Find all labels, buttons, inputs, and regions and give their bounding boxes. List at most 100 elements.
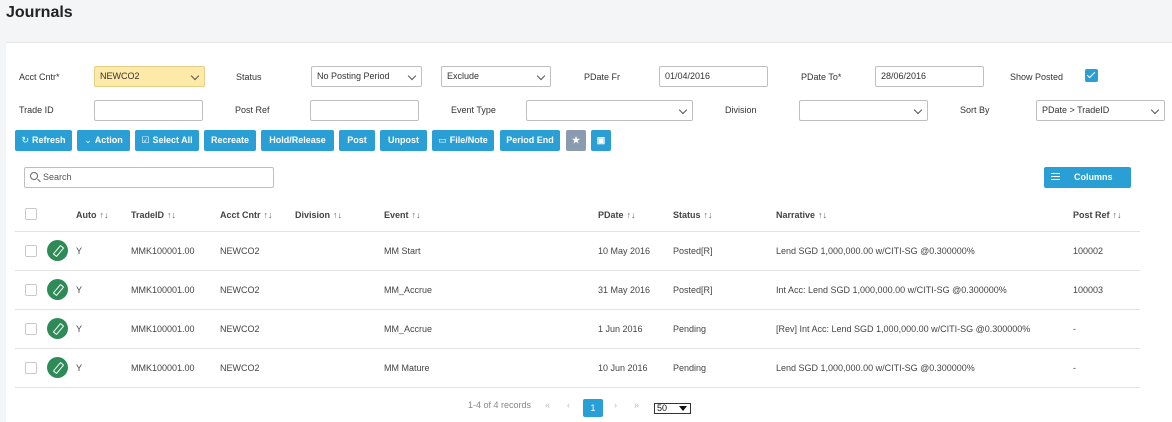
refresh-button[interactable]: ↻ Refresh (15, 130, 72, 151)
hold-release-button[interactable]: Hold/Release (261, 130, 334, 151)
save-button[interactable]: ▣ (591, 130, 611, 151)
header-label: PDate (598, 210, 624, 220)
show-posted-checkbox[interactable] (1085, 69, 1098, 82)
header-label: Event (384, 210, 409, 220)
table-row[interactable]: Y MMK100001.00 NEWCO2 MM_Accrue 1 Jun 20… (15, 310, 1140, 349)
page-size-select[interactable]: 50 (654, 403, 691, 414)
column-header-auto[interactable]: Auto ↑↓ (76, 210, 109, 220)
table-row[interactable]: Y MMK100001.00 NEWCO2 MM Mature 10 Jun 2… (15, 349, 1140, 388)
cell-post-ref: 100003 (1073, 285, 1104, 295)
column-header-event[interactable]: Event ↑↓ (384, 210, 421, 220)
column-header-narrative[interactable]: Narrative ↑↓ (776, 210, 827, 220)
cell-tradeid: MMK100001.00 (131, 324, 195, 334)
status-select[interactable]: No Posting Period (311, 66, 422, 87)
folder-icon: ▭ (438, 135, 447, 145)
records-summary: 1-4 of 4 records (468, 400, 532, 410)
select-all-checkbox[interactable] (25, 208, 37, 220)
cell-tradeid: MMK100001.00 (131, 285, 195, 295)
row-checkbox[interactable] (25, 362, 37, 374)
cell-auto: Y (76, 246, 83, 256)
column-header-tradeid[interactable]: TradeID ↑↓ (131, 210, 176, 220)
cell-auto: Y (76, 363, 83, 373)
file-note-button[interactable]: ▭ File/Note (432, 130, 494, 151)
row-checkbox[interactable] (25, 323, 37, 335)
action-button[interactable]: ⌄ Action (77, 130, 130, 151)
checkbox-icon: ☑ (141, 135, 150, 145)
cell-pdate: 10 Jun 2016 (598, 363, 648, 373)
sort-by-select[interactable]: PDate > TradeID (1036, 100, 1165, 121)
cell-acct-cntr: NEWCO2 (220, 285, 260, 295)
sort-icon: ↑↓ (167, 210, 177, 220)
sort-by-label: Sort By (960, 105, 990, 115)
column-header-division[interactable]: Division ↑↓ (295, 210, 342, 220)
list-icon (1051, 173, 1060, 180)
chevron-down-icon (536, 71, 546, 81)
row-checkbox[interactable] (25, 245, 37, 257)
action-label: Action (94, 135, 123, 145)
cell-acct-cntr: NEWCO2 (220, 324, 260, 334)
post-ref-input[interactable] (310, 100, 419, 121)
header-label: Narrative (776, 210, 816, 220)
header-label: Acct Cntr (220, 210, 261, 220)
pdate-fr-value: 01/04/2016 (665, 71, 711, 81)
period-end-button[interactable]: Period End (500, 130, 560, 151)
cell-event: MM_Accrue (384, 324, 433, 334)
cell-acct-cntr: NEWCO2 (220, 246, 260, 256)
column-header-status[interactable]: Status ↑↓ (673, 210, 713, 220)
pdate-to-input[interactable]: 28/06/2016 (875, 66, 984, 87)
column-header-pdate[interactable]: PDate ↑↓ (598, 210, 636, 220)
table-row[interactable]: Y MMK100001.00 NEWCO2 MM_Accrue 31 May 2… (15, 271, 1140, 310)
cell-tradeid: MMK100001.00 (131, 246, 195, 256)
cell-status: Posted[R] (673, 285, 713, 295)
next-page-icon[interactable]: › (614, 400, 617, 410)
prev-page-icon[interactable]: ‹ (567, 400, 570, 410)
edit-icon[interactable] (47, 357, 68, 378)
edit-icon[interactable] (47, 318, 68, 339)
division-select[interactable] (799, 100, 928, 121)
cell-event: MM Start (384, 246, 421, 256)
cell-auto: Y (76, 285, 83, 295)
table-row[interactable]: Y MMK100001.00 NEWCO2 MM Start 10 May 20… (15, 232, 1140, 271)
last-page-icon[interactable]: » (634, 400, 639, 410)
search-placeholder: Search (43, 172, 72, 182)
hold-release-label: Hold/Release (269, 135, 326, 145)
status-label: Status (236, 72, 262, 82)
trade-id-input[interactable] (94, 100, 203, 121)
select-all-button[interactable]: ☑ Select All (135, 130, 199, 151)
division-label: Division (725, 105, 757, 115)
sort-icon: ↑↓ (818, 210, 828, 220)
acct-cntr-value: NEWCO2 (100, 71, 140, 81)
sort-icon: ↑↓ (626, 210, 636, 220)
chevron-down-icon (678, 105, 688, 115)
recreate-label: Recreate (210, 135, 250, 145)
header-label: Status (673, 210, 701, 220)
period-end-label: Period End (506, 135, 554, 145)
page-size-value: 50 (657, 403, 668, 413)
row-checkbox[interactable] (25, 284, 37, 296)
cell-narrative: [Rev] Int Acc: Lend SGD 1,000,000.00 w/C… (776, 324, 1031, 334)
edit-icon[interactable] (47, 240, 68, 261)
caret-down-icon (679, 406, 687, 411)
cell-event: MM Mature (384, 363, 430, 373)
post-button[interactable]: Post (339, 130, 375, 151)
acct-cntr-select[interactable]: NEWCO2 (94, 66, 205, 87)
cell-status: Posted[R] (673, 246, 713, 256)
first-page-icon[interactable]: « (545, 400, 550, 410)
columns-button[interactable]: Columns (1044, 167, 1131, 188)
status-value: No Posting Period (317, 71, 390, 81)
page-button-current[interactable]: 1 (583, 399, 603, 417)
search-input[interactable]: Search (24, 167, 274, 188)
event-type-select[interactable] (526, 100, 693, 121)
select-all-label: Select All (152, 135, 193, 145)
cell-pdate: 10 May 2016 (598, 246, 651, 256)
favorite-button[interactable]: ★ (566, 130, 586, 151)
show-posted-label: Show Posted (1010, 72, 1064, 82)
unpost-button[interactable]: Unpost (380, 130, 427, 151)
cell-narrative: Lend SGD 1,000,000.00 w/CITI-SG @0.30000… (776, 363, 975, 373)
column-header-post-ref[interactable]: Post Ref ↑↓ (1073, 210, 1122, 220)
column-header-acct-cntr[interactable]: Acct Cntr ↑↓ (220, 210, 273, 220)
exclude-select[interactable]: Exclude (441, 66, 551, 87)
pdate-fr-input[interactable]: 01/04/2016 (659, 66, 768, 87)
edit-icon[interactable] (47, 279, 68, 300)
recreate-button[interactable]: Recreate (204, 130, 256, 151)
